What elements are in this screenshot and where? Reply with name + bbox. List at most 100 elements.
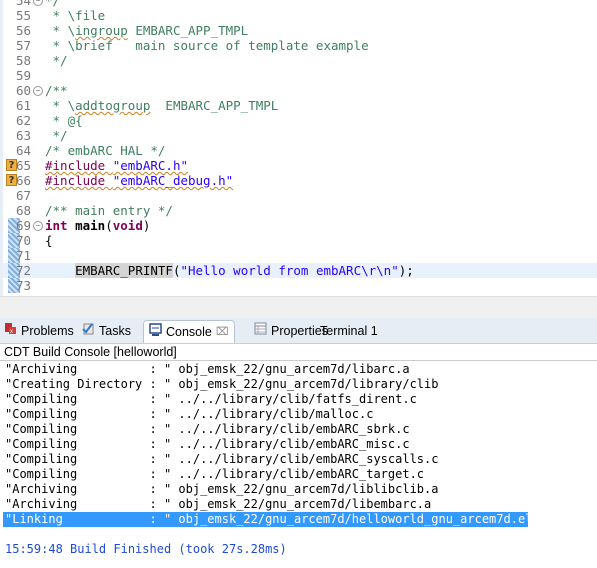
code-line[interactable]: 67 bbox=[3, 188, 597, 203]
tasks-icon bbox=[82, 320, 95, 342]
console-title: CDT Build Console [helloworld] bbox=[0, 344, 597, 361]
code-token: #include bbox=[45, 173, 113, 188]
code-token: * \brief main source of template example bbox=[45, 38, 369, 53]
tab-label: Console bbox=[166, 325, 212, 339]
code-token: "Hello world from embARC\r\n" bbox=[180, 263, 399, 278]
tab-console[interactable]: Console ⌧ bbox=[143, 320, 235, 343]
line-number: 56 bbox=[16, 23, 32, 38]
console-line[interactable]: "Linking : " obj_emsk_22/gnu_arcem7d/hel… bbox=[3, 512, 540, 527]
code-line[interactable]: 57 * \brief main source of template exam… bbox=[3, 38, 597, 53]
code-line[interactable]: 58 */ bbox=[3, 53, 597, 68]
code-token: EMBARC_PRINTF bbox=[75, 263, 173, 278]
code-line[interactable]: 72 EMBARC_PRINTF("Hello world from embAR… bbox=[3, 263, 597, 278]
line-number: 64 bbox=[16, 143, 32, 158]
code-text: */ bbox=[45, 0, 60, 8]
console-line[interactable]: "Compiling : " ../../library/clib/malloc… bbox=[5, 407, 373, 422]
line-number: 68 bbox=[16, 203, 32, 218]
console-line[interactable]: "Archiving : " obj_emsk_22/gnu_arcem7d/l… bbox=[5, 362, 410, 377]
code-line[interactable]: 64 /* embARC HAL */ bbox=[3, 143, 597, 158]
code-token: * @{ bbox=[45, 113, 83, 128]
code-token: { bbox=[45, 233, 53, 248]
code-line[interactable]: 68 /** main entry */ bbox=[3, 203, 597, 218]
problems-icon: x bbox=[4, 320, 17, 342]
line-number: 65 bbox=[16, 158, 32, 173]
line-number: 67 bbox=[16, 188, 32, 203]
code-line[interactable]: 56 * \ingroup EMBARC_APP_TMPL bbox=[3, 23, 597, 38]
code-token: #include bbox=[45, 158, 113, 173]
build-finished-message: 15:59:48 Build Finished (took 27s.28ms) bbox=[5, 542, 287, 556]
line-number: 61 bbox=[16, 98, 32, 113]
tab-label: Tasks bbox=[99, 324, 131, 338]
code-token: ); bbox=[398, 263, 414, 278]
code-text: /** bbox=[45, 83, 68, 98]
code-token: * \ bbox=[45, 98, 76, 113]
code-line[interactable]: 63 */ bbox=[3, 128, 597, 143]
code-text: * @{ bbox=[45, 113, 83, 128]
code-token: ( bbox=[105, 218, 113, 233]
code-text: EMBARC_PRINTF("Hello world from embARC\r… bbox=[45, 263, 414, 278]
tab-terminal-1[interactable]: Terminal 1 bbox=[320, 320, 378, 342]
code-text: * \file bbox=[45, 8, 106, 23]
svg-text:x: x bbox=[10, 329, 13, 335]
line-number: 62 bbox=[16, 113, 32, 128]
code-token: addtogroup bbox=[75, 98, 151, 113]
line-number: 55 bbox=[16, 8, 32, 23]
tab-properties[interactable]: Properties bbox=[254, 320, 328, 342]
tab-label: Problems bbox=[21, 324, 74, 338]
tab-label: Terminal 1 bbox=[320, 324, 378, 338]
tab-tasks[interactable]: Tasks bbox=[82, 320, 131, 342]
code-token: /* embARC HAL */ bbox=[45, 143, 166, 158]
console-line[interactable]: "Compiling : " ../../library/clib/embARC… bbox=[5, 452, 438, 467]
code-editor[interactable]: 54− */55 * \file 56 * \ingroup EMBARC_APP_… bbox=[0, 0, 597, 296]
code-token: */ bbox=[45, 53, 68, 68]
console-line[interactable]: "Compiling : " ../../library/clib/embARC… bbox=[5, 467, 424, 482]
code-text: * \ingroup EMBARC_APP_TMPL bbox=[45, 23, 249, 38]
code-text: */ bbox=[45, 128, 68, 143]
code-token: /** bbox=[45, 83, 68, 98]
code-line[interactable]: 60−/** bbox=[3, 83, 597, 98]
code-text: * \brief main source of template example bbox=[45, 38, 369, 53]
code-token: "embARC_debug.h" bbox=[112, 173, 234, 188]
fold-toggle-icon[interactable]: − bbox=[33, 221, 43, 231]
line-number: 63 bbox=[16, 128, 32, 143]
code-line[interactable]: 73 bbox=[3, 278, 597, 293]
code-line[interactable]: 70 { bbox=[3, 233, 597, 248]
code-token: */ bbox=[45, 128, 68, 143]
code-line[interactable]: 62 * @{ bbox=[3, 113, 597, 128]
code-line[interactable]: 69− int main(void) bbox=[3, 218, 597, 233]
code-line[interactable]: 61 * \addtogroup EMBARC_APP_TMPL bbox=[3, 98, 597, 113]
fold-toggle-icon[interactable]: − bbox=[33, 86, 43, 96]
code-token: EMBARC_APP_TMPL bbox=[150, 98, 279, 113]
console-line[interactable]: "Compiling : " ../../library/clib/embARC… bbox=[5, 422, 410, 437]
code-token: * \file bbox=[45, 8, 106, 23]
tab-problems[interactable]: x Problems bbox=[4, 320, 74, 342]
console-output[interactable]: "Archiving : " obj_emsk_22/gnu_arcem7d/l… bbox=[0, 362, 597, 568]
console-line[interactable]: "Compiling : " ../../library/clib/embARC… bbox=[5, 437, 410, 452]
line-number: 70 bbox=[16, 233, 32, 248]
console-line[interactable]: "Creating Directory : " obj_emsk_22/gnu_… bbox=[5, 377, 438, 392]
line-number: 66 bbox=[16, 173, 32, 188]
editor-scroll-area bbox=[0, 296, 597, 319]
code-token: void bbox=[112, 218, 143, 233]
code-text: /** main entry */ bbox=[45, 203, 173, 218]
console-icon bbox=[149, 321, 162, 343]
code-line[interactable]: 59 bbox=[3, 68, 597, 83]
code-line[interactable]: 54− */ bbox=[3, 0, 597, 8]
console-line[interactable]: "Compiling : " ../../library/clib/fatfs_… bbox=[5, 392, 417, 407]
code-line[interactable]: 55 * \file bbox=[3, 8, 597, 23]
console-line[interactable]: "Archiving : " obj_emsk_22/gnu_arcem7d/l… bbox=[5, 497, 431, 512]
code-line[interactable]: 71 bbox=[3, 248, 597, 263]
code-token: EMBARC_APP_TMPL bbox=[127, 23, 249, 38]
console-line[interactable]: "Archiving : " obj_emsk_22/gnu_arcem7d/l… bbox=[5, 482, 438, 497]
code-text: int main(void) bbox=[45, 218, 150, 233]
code-line[interactable]: ? 66 #include "embARC_debug.h" bbox=[3, 173, 597, 188]
line-number: 59 bbox=[16, 68, 32, 83]
line-number: 71 bbox=[16, 248, 32, 263]
code-token: ingroup bbox=[75, 23, 128, 38]
close-icon[interactable]: ⌧ bbox=[216, 321, 229, 343]
code-token: "embARC.h" bbox=[112, 158, 188, 173]
code-line[interactable]: ? 65 #include "embARC.h" bbox=[3, 158, 597, 173]
code-text: #include "embARC.h" bbox=[45, 158, 188, 173]
line-number: 72 bbox=[16, 263, 32, 278]
